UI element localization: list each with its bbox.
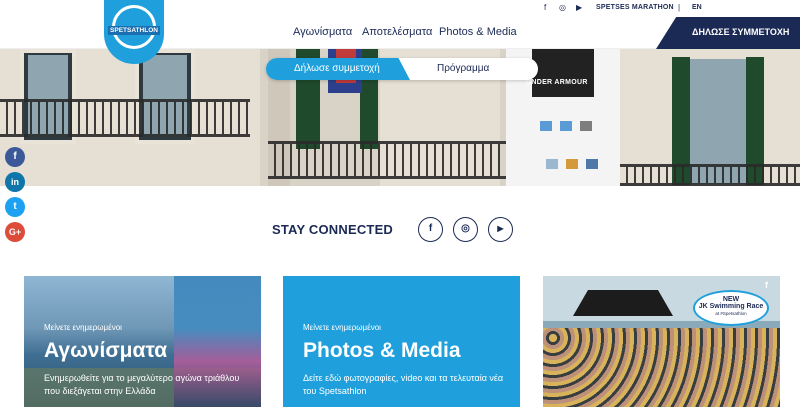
card-swim-tent: [573, 290, 673, 316]
card-kicker: Μείνετε ενημερωμένοι: [44, 323, 122, 332]
card-swimming-race[interactable]: NEW JK Swimming Race at #Spetsathlon f: [543, 276, 780, 407]
side-facebook-icon[interactable]: f: [5, 147, 25, 167]
register-cta-label: ΔΗΛΩΣΕ ΣΥΜΜΕΤΟΧΗ: [692, 27, 790, 37]
card-heading: Photos & Media: [303, 339, 461, 362]
card-description: Ενημερωθείτε για το μεγαλύτερο αγώνα τρι…: [44, 373, 240, 396]
side-googleplus-icon[interactable]: G+: [5, 222, 25, 242]
hero-balcony-rail: [620, 164, 800, 186]
card-swim-crowd-image: [543, 328, 780, 407]
card-kicker: Μείνετε ενημερωμένοι: [303, 323, 381, 332]
stay-instagram-icon[interactable]: ◎: [453, 217, 478, 242]
swim-race-badge: NEW JK Swimming Race at #Spetsathlon: [693, 290, 769, 326]
stay-connected-title: STAY CONNECTED: [272, 222, 394, 237]
badge-title: JK Swimming Race: [698, 303, 764, 310]
sponsor-logo: [566, 159, 578, 169]
tab-program[interactable]: Πρόγραμμα: [437, 63, 489, 74]
hero-balcony-rail: [268, 141, 508, 179]
page: f ◎ ▶ SPETSES MARATHON | EN Αγωνίσματα Α…: [0, 0, 800, 407]
register-cta-button[interactable]: ΔΗΛΩΣΕ ΣΥΜΜΕΤΟΧΗ: [656, 17, 800, 49]
hero-balcony-rail: [0, 99, 250, 137]
card-description: Δείτε εδώ φωτογραφίες, video και τα τελε…: [303, 373, 504, 396]
nav-item-photos-media[interactable]: Photos & Media: [439, 26, 517, 38]
topbar-separator: |: [678, 3, 681, 12]
side-twitter-icon[interactable]: t: [5, 197, 25, 217]
card-heading: Αγωνίσματα: [44, 339, 168, 362]
sponsor-logo: [560, 121, 572, 131]
sponsor-logo: [546, 159, 558, 169]
banner-brand-text: UNDER ARMOUR: [526, 79, 588, 86]
top-instagram-icon[interactable]: ◎: [559, 3, 566, 12]
side-linkedin-icon[interactable]: in: [5, 172, 25, 192]
card-photos-media[interactable]: Μείνετε ενημερωμένοι Photos & Media Δείτ…: [283, 276, 520, 407]
tab-register-label: Δήλωσε συμμετοχή: [294, 63, 380, 74]
logo-text: SPETSATHLON: [108, 26, 160, 35]
badge-subtitle: at #Spetsathlon: [715, 311, 747, 316]
tab-register[interactable]: Δήλωσε συμμετοχή: [266, 58, 410, 80]
spetses-marathon-link[interactable]: SPETSES MARATHON: [596, 4, 674, 11]
badge-new: NEW: [722, 296, 740, 303]
language-switch-en[interactable]: EN: [692, 4, 702, 11]
top-facebook-icon[interactable]: f: [544, 3, 546, 12]
sponsor-logo: [586, 159, 598, 169]
nav-item-results[interactable]: Αποτελέσματα: [362, 26, 432, 38]
card-facebook-icon[interactable]: f: [765, 280, 768, 290]
top-youtube-icon[interactable]: ▶: [576, 3, 582, 12]
stay-youtube-icon[interactable]: ▶: [488, 217, 513, 242]
sponsor-logo: [540, 121, 552, 131]
sponsor-logo: [580, 121, 592, 131]
card-events[interactable]: Μείνετε ενημερωμένοι Αγωνίσματα Ενημερωθ…: [24, 276, 261, 407]
nav-item-events[interactable]: Αγωνίσματα: [293, 26, 352, 38]
stay-facebook-icon[interactable]: f: [418, 217, 443, 242]
under-armour-logo: [532, 49, 594, 97]
